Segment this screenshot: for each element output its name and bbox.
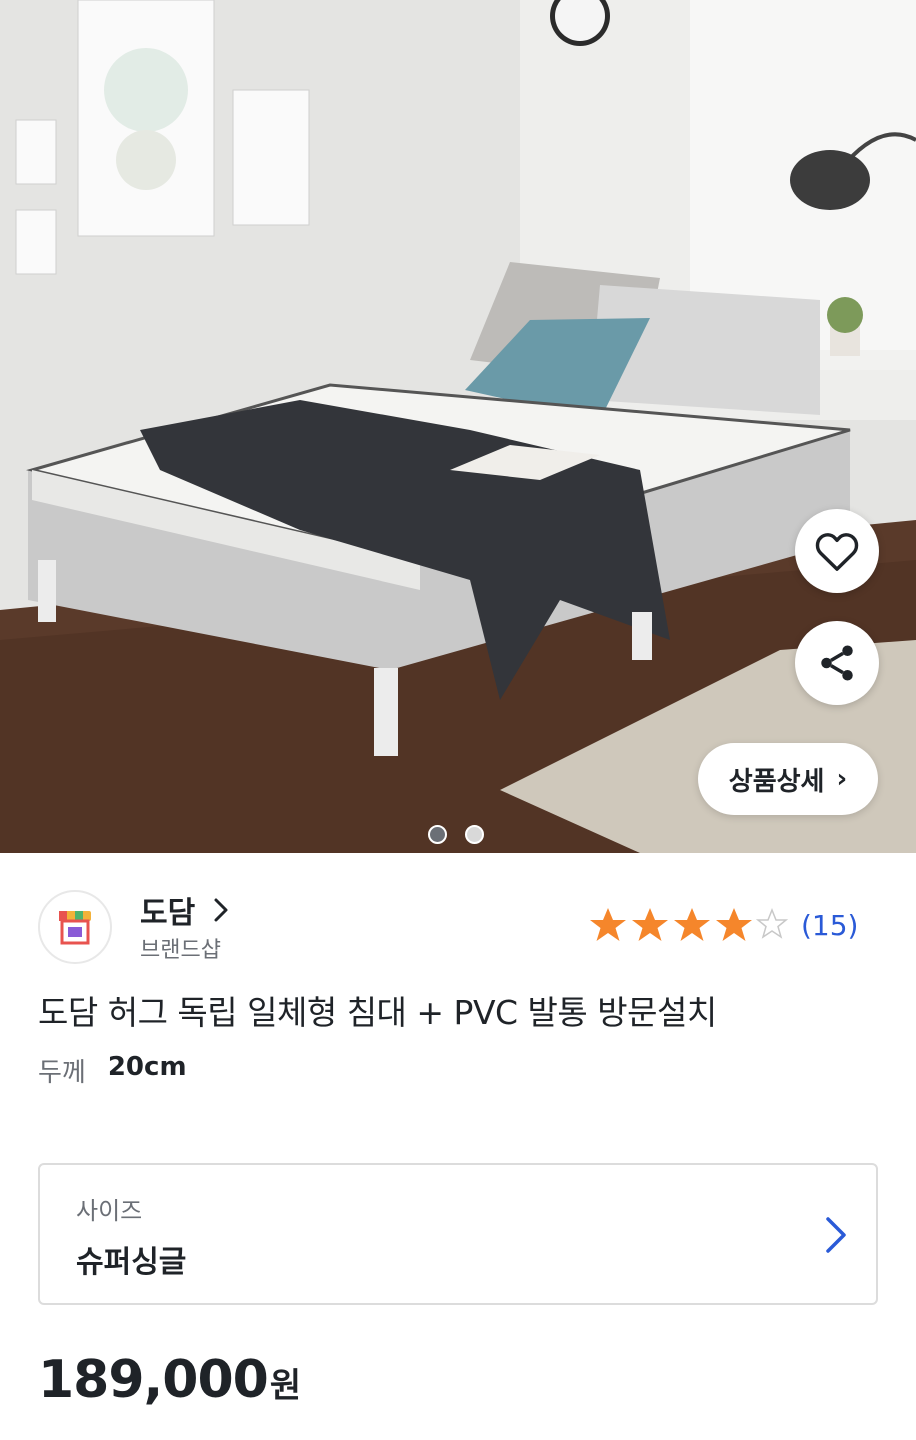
product-spec: 두께 20cm [38,1052,187,1089]
favorite-button[interactable] [795,509,879,593]
brand-shop-logo-icon [59,911,91,945]
brand-logo[interactable] [38,890,112,964]
rating-summary[interactable]: (15) [588,905,858,945]
product-image-carousel[interactable]: 상품상세 › [0,0,916,853]
carousel-indicator [428,825,484,844]
carousel-dot-1[interactable] [428,825,447,844]
heart-outline-icon [815,533,859,571]
star-icon-4 [716,908,752,941]
product-photo-bed [0,0,916,853]
star-icon-1 [590,908,626,941]
review-count[interactable]: (15) [801,909,858,942]
product-title: 도담 허그 독립 일체형 침대 + PVC 발통 방문설치 [38,993,717,1032]
spec-value: 20cm [107,1052,187,1082]
chevron-right-icon [826,1217,846,1253]
share-button[interactable] [795,621,879,705]
product-detail-button[interactable]: 상품상세 › [698,743,878,815]
price-unit: 원 [269,1366,302,1406]
star-icon-3 [674,908,710,941]
star-icon-2 [632,908,668,941]
price-amount: 189,000 [38,1350,269,1410]
spec-label: 두께 [38,1058,86,1088]
product-detail-label: 상품상세 [728,766,825,797]
brand-name: 도담 [140,896,196,931]
star-empty-icon-5 [755,907,788,939]
carousel-dot-2[interactable] [465,825,484,844]
chevron-right-icon [214,898,228,922]
product-price: 189,000 원 [38,1350,301,1410]
size-option-selector[interactable]: 사이즈 슈퍼싱글 [38,1163,878,1305]
share-icon [821,645,853,681]
brand-subtitle: 브랜드샵 [140,938,221,963]
chevron-right-icon: › [836,764,848,794]
star-rating [590,907,788,941]
option-value: 슈퍼싱글 [76,1245,187,1280]
option-label: 사이즈 [76,1197,143,1225]
brand-name-link[interactable]: 도담 [140,888,229,932]
